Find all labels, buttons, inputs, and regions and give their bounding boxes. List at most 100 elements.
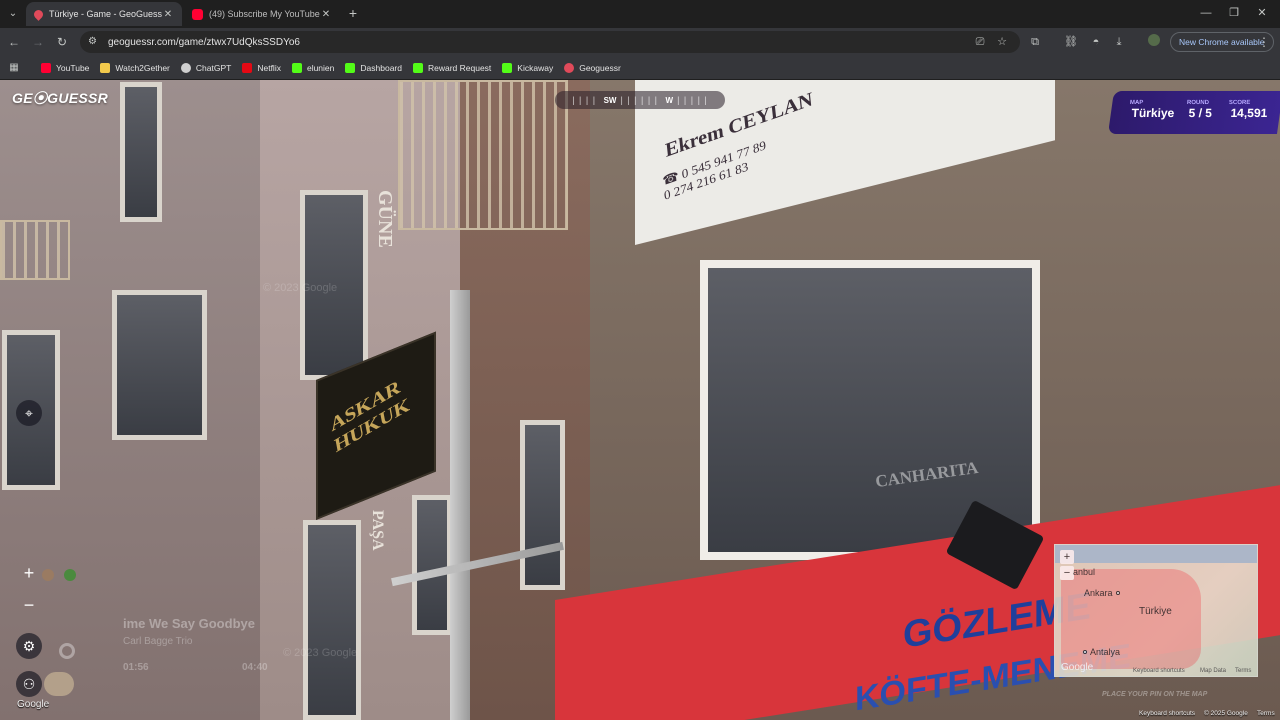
restore-icon[interactable]: ❐ <box>1224 5 1244 21</box>
bookmark-label: Dashboard <box>360 62 402 73</box>
status-score: SCORE 14,591 <box>1229 100 1269 120</box>
map-sea <box>1055 545 1257 563</box>
status-map: MAP Türkiye <box>1130 100 1175 120</box>
street-watermark: © 2023 Google <box>283 647 358 659</box>
vertical-sign-text: PAŞA <box>369 510 386 551</box>
kickaway-icon <box>502 62 513 73</box>
bookmark-youtube[interactable]: YouTube <box>36 59 94 77</box>
google-logo: Google <box>17 699 50 710</box>
map-zoom-in-icon[interactable]: + <box>1060 550 1074 564</box>
chatgpt-icon <box>180 62 191 73</box>
menu-kebab-icon[interactable]: ⋮ <box>1258 34 1270 50</box>
install-app-icon[interactable]: ⎚ <box>972 34 988 50</box>
forward-icon[interactable]: → <box>30 34 46 50</box>
close-window-icon[interactable]: ✕ <box>1252 5 1272 21</box>
bookmark-label: ChatGPT <box>195 62 232 73</box>
compass-ticks: | | | | <box>572 95 600 105</box>
status-value: 5 / 5 <box>1187 106 1213 120</box>
bookmark-watch2gether[interactable]: Watch2Gether <box>95 59 175 77</box>
window <box>520 420 565 590</box>
geoguessr-favicon-icon <box>32 7 45 21</box>
place-pin-hint: PLACE YOUR PIN ON THE MAP <box>1102 691 1208 698</box>
geoguessr-icon <box>564 62 575 73</box>
music-elapsed: 01:56 <box>123 662 149 673</box>
map-attribution[interactable]: Terms <box>1235 668 1251 674</box>
geoguessr-logo[interactable]: GE⦿GUESSR <box>12 88 108 108</box>
profile-avatar-icon[interactable] <box>1146 34 1162 50</box>
bookmark-label: Watch2Gether <box>115 62 170 73</box>
bookmarks-bar: ▦ YouTube Watch2Gether ChatGPT Netflix e… <box>0 56 1280 80</box>
browser-toolbar: ← → ↻ ⚙ geoguessr.com/game/ztwx7UdQksSSD… <box>0 28 1280 56</box>
back-icon[interactable]: ← <box>6 34 22 50</box>
bookmark-label: Kickaway <box>517 62 554 73</box>
status-dot <box>64 569 76 581</box>
map-zoom-out-icon[interactable]: − <box>1060 566 1074 580</box>
extensions-icon[interactable]: ⧉ <box>1027 34 1043 50</box>
bookmark-netflix[interactable]: Netflix <box>237 59 286 77</box>
window <box>112 290 207 440</box>
street-view-panorama[interactable]: Ekrem CEYLAN ☎ 0 545 941 77 89 0 274 216 … <box>0 80 1280 720</box>
bookmark-kickaway[interactable]: Kickaway <box>497 59 558 77</box>
tab-close-icon[interactable]: ✕ <box>162 9 174 20</box>
status-value: Türkiye <box>1130 106 1176 120</box>
link-icon[interactable]: ⛓ <box>1063 34 1079 50</box>
tab-youtube[interactable]: (49) Subscribe My YouTube Cha ✕ <box>184 2 340 26</box>
keyboard-shortcuts-link[interactable]: Keyboard shortcuts <box>1139 710 1195 717</box>
download-icon[interactable]: ⤓ <box>1111 34 1127 50</box>
map-city-dot <box>1083 650 1087 654</box>
sign-text: ASKAR HUKUK <box>328 376 412 458</box>
compass-strip: | | | | SW | | | | | | W | | | | | <box>555 91 725 109</box>
bookmark-star-icon[interactable]: ☆ <box>994 34 1010 50</box>
bookmark-chatgpt[interactable]: ChatGPT <box>176 59 236 77</box>
map-google-logo: Google <box>1061 662 1094 673</box>
compass-ticks: | | | | | | <box>620 95 662 105</box>
incognito-icon[interactable]: ◓ <box>1088 34 1104 50</box>
bookmark-geoguessr[interactable]: Geoguessr <box>559 59 626 77</box>
copyright-text: © 2025 Google <box>1204 710 1248 717</box>
youtube-icon <box>41 62 51 73</box>
bookmark-label: elunien <box>306 62 335 73</box>
map-country-highlight <box>1061 569 1201 669</box>
status-round: ROUND 5 / 5 <box>1187 100 1213 120</box>
tab-title: (49) Subscribe My YouTube Cha <box>209 9 320 19</box>
music-track-title: ime We Say Goodbye <box>123 616 255 631</box>
kick-icon <box>412 62 423 73</box>
players-icon[interactable]: ⚇ <box>16 671 42 697</box>
map-attribution[interactable]: Keyboard shortcuts <box>1133 668 1185 674</box>
zoom-in-icon[interactable]: + <box>16 560 42 586</box>
zoom-out-icon[interactable]: − <box>16 592 42 618</box>
music-play-icon[interactable] <box>59 643 75 659</box>
terms-link[interactable]: Terms <box>1257 710 1275 717</box>
bookmark-label: Netflix <box>257 62 281 73</box>
site-info-icon[interactable]: ⚙ <box>88 36 100 48</box>
map-attribution[interactable]: Map Data <box>1200 668 1226 674</box>
bookmark-dashboard[interactable]: Dashboard <box>340 59 407 77</box>
new-tab-icon[interactable]: + <box>345 5 361 21</box>
bookmark-elunien[interactable]: elunien <box>287 59 339 77</box>
minimize-icon[interactable]: — <box>1196 5 1216 21</box>
address-bar[interactable]: ⚙ geoguessr.com/game/ztwx7UdQksSSDYo6 <box>80 31 1020 53</box>
youtube-favicon-icon <box>192 8 203 20</box>
map-city-label: Antalya <box>1090 647 1121 657</box>
reload-icon[interactable]: ↻ <box>54 34 70 50</box>
settings-gear-icon[interactable]: ⚙ <box>16 633 42 659</box>
tab-bar: ⌄ Türkiye - Game - GeoGuessr ✕ (49) Subs… <box>0 0 1280 28</box>
tab-search-icon[interactable]: ⌄ <box>4 5 22 23</box>
return-to-start-icon[interactable]: ⌖ <box>16 400 42 426</box>
window <box>412 495 452 635</box>
apps-grid-icon[interactable]: ▦ <box>6 60 22 76</box>
balcony-railing <box>0 220 70 280</box>
map-country-label: Türkiye <box>1139 606 1172 617</box>
tab-close-icon[interactable]: ✕ <box>320 9 332 20</box>
map-city-dot <box>1116 591 1120 595</box>
music-duration: 04:40 <box>242 662 268 673</box>
bookmark-label: YouTube <box>56 62 90 73</box>
guess-minimap[interactable]: + − anbul Ankara Türkiye Antalya Google … <box>1054 544 1258 677</box>
bookmark-label: Reward Request <box>427 62 492 73</box>
bookmark-reward-request[interactable]: Reward Request <box>408 59 496 77</box>
tab-geoguessr[interactable]: Türkiye - Game - GeoGuessr ✕ <box>26 2 182 26</box>
avatar[interactable] <box>44 672 74 696</box>
window <box>303 520 361 720</box>
compass-w: W <box>665 95 674 105</box>
compass-ticks: | | | | | <box>677 95 708 105</box>
